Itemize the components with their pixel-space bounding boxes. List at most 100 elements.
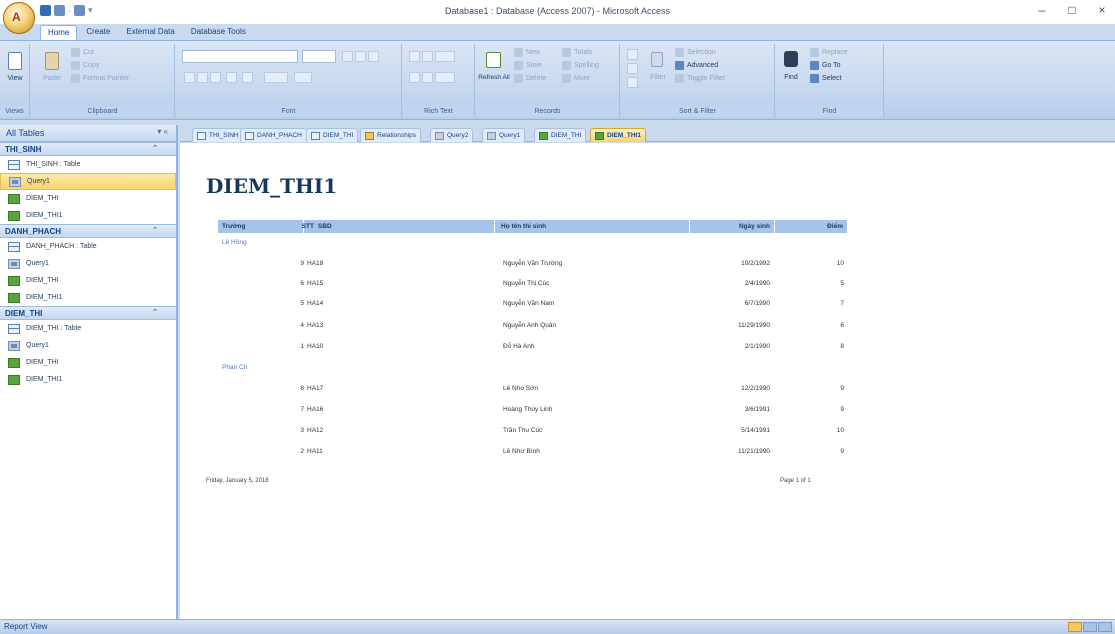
replace-button[interactable]: Replace [810, 48, 848, 57]
new-record-button[interactable]: New [514, 48, 540, 57]
filter-button[interactable]: Filter [645, 74, 671, 81]
doc-tab-thi-sinh[interactable]: THI_SINH [192, 128, 244, 142]
alternate-fill-icon[interactable] [294, 72, 312, 83]
doc-tab-diem-thi[interactable]: DIEM_THI [306, 128, 359, 142]
nav-item-query1[interactable]: Query1 [0, 255, 176, 272]
nav-header[interactable]: All Tables ▾ « [0, 125, 176, 142]
refresh-icon[interactable] [486, 52, 501, 68]
more-button[interactable]: More [562, 74, 590, 83]
select-button[interactable]: Select [810, 74, 841, 83]
table-icon [197, 131, 206, 140]
view-icon[interactable] [8, 52, 22, 70]
close-button[interactable]: × [1092, 3, 1112, 17]
tab-home[interactable]: Home [40, 25, 78, 41]
copy-button[interactable]: Copy [71, 61, 99, 70]
layout-view-icon[interactable] [1083, 622, 1097, 632]
nav-item-diem-thi-report[interactable]: DIEM_THI [0, 354, 176, 371]
nav-group-thi-sinh[interactable]: THI_SINH ⌃ [0, 142, 176, 156]
align-left-icon[interactable] [342, 51, 353, 62]
nav-collapse-icon[interactable]: ▾ « [157, 127, 168, 136]
gridlines-icon[interactable] [264, 72, 288, 83]
nav-header-label: All Tables [6, 128, 45, 138]
goto-icon [810, 61, 819, 70]
doc-tab-diem-thi1-report[interactable]: DIEM_THI1 [590, 128, 646, 142]
align-right-icon[interactable] [368, 51, 379, 62]
sort-descending-icon[interactable] [627, 63, 638, 74]
goto-button[interactable]: Go To [810, 61, 841, 70]
more-icon [562, 74, 571, 83]
clear-sort-icon[interactable] [627, 77, 638, 88]
minimize-button[interactable]: – [1032, 3, 1052, 17]
window-title: Database1 : Database (Access 2007) - Mic… [444, 6, 671, 16]
nav-item-query1[interactable]: Query1 [0, 337, 176, 354]
tab-external-data[interactable]: External Data [119, 25, 181, 41]
underline-icon[interactable] [210, 72, 221, 83]
delete-record-button[interactable]: Delete [514, 74, 546, 83]
increase-indent-icon[interactable] [422, 51, 433, 62]
nav-item-diem-thi1-report[interactable]: DIEM_THI1 [0, 207, 176, 224]
group-collapse-icon[interactable]: ⌃ [152, 226, 158, 234]
align-center-icon[interactable] [355, 51, 366, 62]
doc-tab-relationships[interactable]: Relationships [360, 128, 422, 142]
spelling-button[interactable]: Spelling [562, 61, 599, 70]
tab-create[interactable]: Create [79, 25, 117, 41]
advanced-button[interactable]: Advanced [675, 61, 718, 70]
nav-item-diem-thi-report[interactable]: DIEM_THI [0, 190, 176, 207]
nav-item-danh-phach-table[interactable]: DANH_PHACH : Table [0, 238, 176, 255]
format-painter-button[interactable]: Format Painter [71, 74, 129, 83]
nav-item-diem-thi-table[interactable]: DIEM_THI : Table [0, 320, 176, 337]
doc-tab-danh-phach[interactable]: DANH_PHACH [240, 128, 307, 142]
report-view-icon[interactable] [1068, 622, 1082, 632]
group-collapse-icon[interactable]: ⌃ [152, 144, 158, 152]
replace-icon [810, 48, 819, 57]
binoculars-icon[interactable] [784, 51, 798, 67]
bullets-icon[interactable] [409, 72, 420, 83]
report-icon [8, 193, 20, 204]
nav-item-diem-thi1-report[interactable]: DIEM_THI1 [0, 371, 176, 388]
cut-button[interactable]: Cut [71, 48, 94, 57]
copy-icon [71, 61, 80, 70]
nav-group-diem-thi[interactable]: DIEM_THI ⌃ [0, 306, 176, 320]
italic-icon[interactable] [197, 72, 208, 83]
sort-ascending-icon[interactable] [627, 49, 638, 60]
font-name-box[interactable] [182, 50, 298, 63]
paste-button[interactable]: Paste [37, 75, 67, 82]
nav-item-diem-thi-report[interactable]: DIEM_THI [0, 272, 176, 289]
nav-item-query1[interactable]: Query1 [0, 173, 176, 190]
selection-icon [675, 48, 684, 57]
nav-item-thi-sinh-table[interactable]: THI_SINH : Table [0, 156, 176, 173]
office-button[interactable]: A [3, 2, 35, 34]
selection-button[interactable]: Selection [675, 48, 716, 57]
fill-color-icon[interactable] [242, 72, 253, 83]
save-record-button[interactable]: Save [514, 61, 542, 70]
document-tabs: THI_SINH DANH_PHACH DIEM_THI Relationshi… [180, 125, 1115, 142]
refresh-all-button[interactable]: Refresh All [478, 74, 510, 81]
group-collapse-icon[interactable]: ⌃ [152, 308, 158, 316]
numbering-icon[interactable] [422, 72, 433, 83]
toggle-filter-button[interactable]: Toggle Filter [675, 74, 725, 83]
ribbon: View Views Paste Cut Copy Format Painter… [0, 40, 1115, 120]
find-button[interactable]: Find [778, 74, 804, 81]
font-size-box[interactable] [302, 50, 336, 63]
bold-icon[interactable] [184, 72, 195, 83]
tab-database-tools[interactable]: Database Tools [184, 25, 253, 41]
nav-item-diem-thi1-report[interactable]: DIEM_THI1 [0, 289, 176, 306]
doc-tab-diem-thi-report[interactable]: DIEM_THI [534, 128, 587, 142]
view-button[interactable]: View [0, 75, 30, 82]
highlight-icon[interactable] [435, 72, 455, 83]
font-color-icon[interactable] [226, 72, 237, 83]
doc-tab-query1[interactable]: Query1 [482, 128, 526, 142]
doc-tab-query2[interactable]: Query2 [430, 128, 474, 142]
query-icon [435, 131, 444, 140]
nav-group-danh-phach[interactable]: DANH_PHACH ⌃ [0, 224, 176, 238]
totals-button[interactable]: Totals [562, 48, 592, 57]
filter-icon[interactable] [651, 52, 663, 67]
spelling-icon [562, 61, 571, 70]
maximize-button[interactable]: □ [1062, 3, 1082, 17]
report-icon [8, 374, 20, 385]
paste-icon[interactable] [45, 52, 59, 70]
design-view-icon[interactable] [1098, 622, 1112, 632]
decrease-indent-icon[interactable] [409, 51, 420, 62]
table-icon [8, 323, 20, 334]
text-direction-icon[interactable] [435, 51, 455, 62]
